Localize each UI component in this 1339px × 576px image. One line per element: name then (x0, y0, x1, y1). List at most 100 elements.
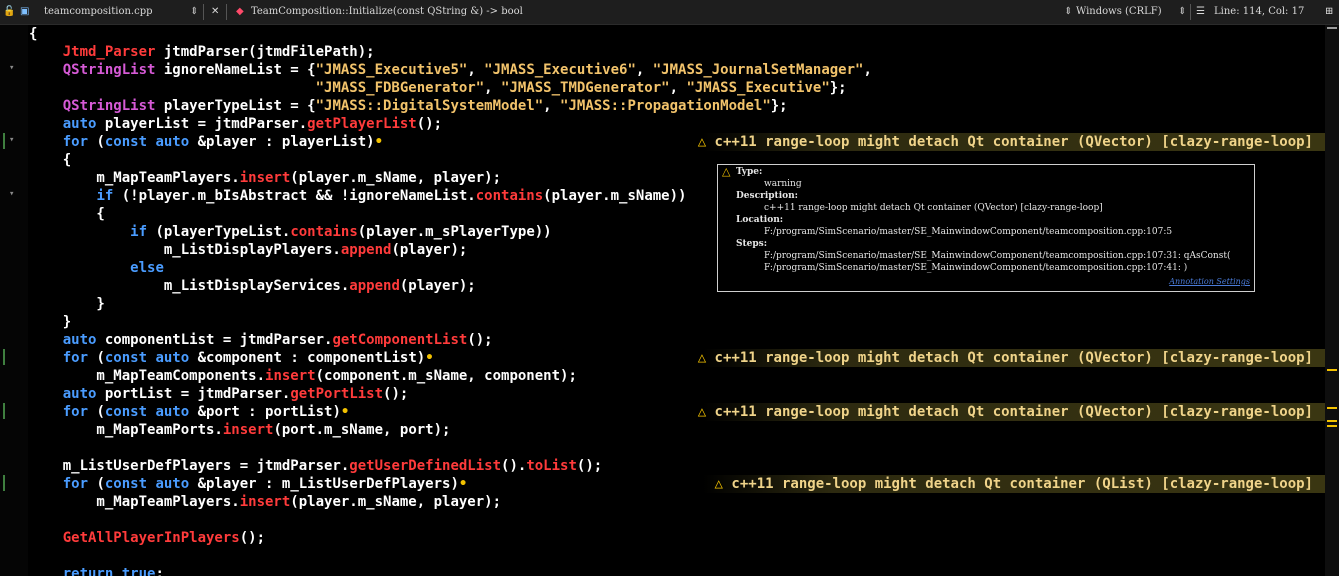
warning-marker (1327, 407, 1337, 409)
code-token: { (29, 152, 72, 168)
code-token: m_ListDisplayPlayers. (29, 242, 341, 258)
lightbulb-icon[interactable]: • (425, 350, 433, 366)
tooltip-type-label: Type: (736, 167, 763, 177)
code-token: playerTypeList = { (155, 98, 316, 114)
warning-icon: △ (714, 476, 732, 492)
code-token: "JMASS_Executive5" (315, 62, 468, 78)
code-token: &player : playerList) (189, 134, 375, 150)
code-token: "JMASS::DigitalSystemModel" (315, 98, 544, 114)
code-line[interactable]: return true; (29, 565, 1325, 576)
vertical-scrollbar[interactable] (1325, 25, 1339, 576)
change-marker (3, 133, 5, 149)
lightbulb-icon[interactable]: • (375, 134, 383, 150)
code-line[interactable] (29, 511, 1325, 529)
code-token: (player); (391, 242, 468, 258)
annotation-settings-link[interactable]: Annotation Settings (1169, 276, 1250, 288)
code-token: componentList = jtmdParser. (96, 332, 333, 348)
code-token: &player : m_ListUserDefPlayers) (189, 476, 459, 492)
fold-marker-icon[interactable]: ▾ (9, 189, 14, 199)
inline-warning-annotation[interactable]: △ c++11 range-loop might detach Qt conta… (698, 349, 1313, 367)
warning-marker (1327, 425, 1337, 427)
code-line[interactable]: m_MapTeamPorts.insert(port.m_sName, port… (29, 421, 1325, 439)
outline-icon[interactable]: ☰ (1196, 0, 1205, 24)
tooltip-description-value: c++11 range-loop might detach Qt contain… (764, 203, 1103, 213)
close-file-icon[interactable]: ✕ (211, 0, 219, 24)
lock-icon[interactable]: 🔓 (3, 0, 15, 24)
code-line[interactable]: { (29, 25, 1325, 43)
code-token: (); (416, 116, 443, 132)
code-line[interactable]: for (const auto &component : componentLi… (29, 349, 1325, 367)
code-token: m_MapTeamPlayers. (29, 494, 240, 510)
warning-icon: △ (697, 404, 715, 420)
code-token: &port : portList) (189, 404, 341, 420)
code-line[interactable]: m_MapTeamComponents.insert(component.m_s… (29, 367, 1325, 385)
tooltip-step[interactable]: F:/program/SimScenario/master/SE_Mainwin… (764, 262, 1187, 274)
cursor-position[interactable]: Line: 114, Col: 17 (1214, 0, 1304, 24)
code-line[interactable]: for (const auto &player : playerList)• △ … (29, 133, 1325, 151)
code-line[interactable]: for (const auto &player : m_ListUserDefP… (29, 475, 1325, 493)
code-line[interactable]: m_ListUserDefPlayers = jtmdParser.getUse… (29, 457, 1325, 475)
code-line[interactable]: auto componentList = jtmdParser.getCompo… (29, 331, 1325, 349)
code-token: portList = jtmdParser. (96, 386, 291, 402)
code-line[interactable]: Jtmd_Parser jtmdParser(jtmdFilePath); (29, 43, 1325, 61)
code-line[interactable]: } (29, 313, 1325, 331)
code-line[interactable] (29, 547, 1325, 565)
lightbulb-icon[interactable]: • (459, 476, 467, 492)
function-selector[interactable]: TeamComposition::Initialize(const QStrin… (251, 0, 523, 24)
file-dropdown-icon[interactable]: ⇕ (190, 0, 198, 24)
tooltip-location-value[interactable]: F:/program/SimScenario/master/SE_Mainwin… (764, 226, 1172, 238)
code-token: for (62, 404, 89, 420)
file-selector[interactable]: teamcomposition.cpp (44, 0, 153, 24)
code-token: (component.m_sName, component); (315, 368, 577, 384)
fold-marker-icon[interactable]: ▾ (9, 63, 14, 73)
code-token: , (635, 62, 653, 78)
tooltip-step[interactable]: F:/program/SimScenario/master/SE_Mainwin… (764, 250, 1230, 262)
code-line[interactable]: QStringList ignoreNameList = {"JMASS_Exe… (29, 61, 1325, 79)
code-token: playerList = jtmdParser. (96, 116, 308, 132)
code-line[interactable]: auto playerList = jtmdParser.getPlayerLi… (29, 115, 1325, 133)
code-token: ; (155, 566, 164, 576)
lightbulb-icon[interactable]: • (341, 404, 349, 420)
inline-warning-annotation[interactable]: △ c++11 range-loop might detach Qt conta… (698, 403, 1313, 421)
warning-icon: △ (697, 134, 715, 150)
code-line[interactable] (29, 439, 1325, 457)
line-gutter[interactable]: ▾ ▾ ▾ (0, 25, 28, 576)
code-line[interactable]: for (const auto &port : portList)• △ c++1… (29, 403, 1325, 421)
split-icon[interactable]: ⊞ (1325, 0, 1333, 24)
code-token: for (62, 134, 89, 150)
inline-warning-annotation[interactable]: △ c++11 range-loop might detach Qt conta… (715, 475, 1313, 493)
code-token: ( (88, 350, 105, 366)
warning-text: c++11 range-loop might detach Qt contain… (714, 350, 1313, 366)
code-line[interactable]: } (29, 295, 1325, 313)
code-token: , (484, 80, 502, 96)
code-token: insert (239, 170, 291, 186)
code-token: auto (62, 332, 97, 348)
tooltip-description-label: Description: (736, 191, 798, 201)
code-line[interactable]: GetAllPlayerInPlayers(); (29, 529, 1325, 547)
line-ending-dropdown-icon[interactable]: ⇕ (1064, 0, 1072, 24)
code-line[interactable]: QStringList playerTypeList = {"JMASS::Di… (29, 97, 1325, 115)
code-line[interactable]: "JMASS_FDBGenerator", "JMASS_TMDGenerato… (29, 79, 1325, 97)
scroll-up-icon[interactable] (1327, 27, 1337, 29)
code-line[interactable]: m_MapTeamPlayers.insert(player.m_sName, … (29, 493, 1325, 511)
code-token: "JMASS::PropagationModel" (560, 98, 771, 114)
code-line[interactable]: auto portList = jtmdParser.getPortList()… (29, 385, 1325, 403)
fold-marker-icon[interactable]: ▾ (9, 135, 14, 145)
line-ending-selector[interactable]: Windows (CRLF) (1076, 0, 1162, 24)
code-token: (); (467, 332, 493, 348)
file-icon: ▣ (20, 6, 30, 17)
position-dropdown-icon[interactable]: ⇕ (1178, 0, 1186, 24)
code-editor[interactable]: { Jtmd_Parser jtmdParser(jtmdFilePath); … (29, 25, 1325, 576)
inline-warning-annotation[interactable]: △ c++11 range-loop might detach Qt conta… (698, 133, 1313, 151)
warning-text: c++11 range-loop might detach Qt contain… (714, 404, 1313, 420)
warning-icon: △ (722, 165, 731, 178)
